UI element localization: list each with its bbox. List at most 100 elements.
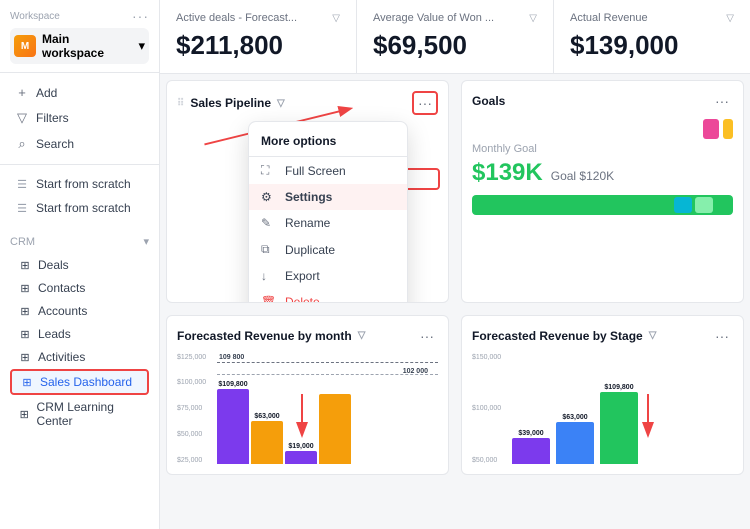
forecast-stage-more-button[interactable]: ··· — [711, 326, 733, 346]
widget-goals: Goals ··· Monthly Goal $139K Goal $120K — [461, 80, 744, 303]
export-icon: ↓ — [261, 269, 277, 283]
filter-icon-2[interactable]: ▽ — [529, 13, 537, 24]
deals-icon: ⊞ — [18, 259, 32, 272]
goals-more-button[interactable]: ··· — [711, 91, 733, 111]
stage-bar-group-2: $63,000 — [556, 414, 594, 464]
sidebar-item-leads[interactable]: ⊞ Leads — [10, 323, 149, 345]
goals-title-text: Goals — [472, 94, 505, 108]
stage-bar-group-1: $39,000 — [512, 430, 550, 464]
forecast-stage-filter[interactable]: ▽ — [649, 330, 657, 341]
forecast-month-chart: $125,000 $100,000 $75,000 $50,000 $25,00… — [177, 354, 438, 464]
context-menu-header: More options — [249, 128, 407, 157]
menu-item-export[interactable]: ↓ Export — [249, 263, 407, 289]
stage-y-label-2: $100,000 — [472, 405, 501, 412]
goals-decoration — [472, 119, 733, 139]
pipeline-title-text: Sales Pipeline — [190, 96, 271, 110]
bar-value-2: $63,000 — [254, 413, 279, 420]
pipeline-filter-icon[interactable]: ▽ — [277, 98, 285, 109]
page-icon-2: ☰ — [14, 202, 30, 215]
sidebar-item-deals[interactable]: ⊞ Deals — [10, 254, 149, 276]
rename-label: Rename — [285, 216, 330, 230]
metric-value-2: $69,500 — [373, 30, 537, 61]
nav-label-2: Start from scratch — [36, 201, 131, 215]
forecast-stage-chart: $150,000 $100,000 $50,000 $39,000 $63,00… — [472, 354, 733, 464]
menu-item-settings[interactable]: ⚙ Settings — [249, 184, 407, 210]
filters-button[interactable]: ▽ Filters — [10, 106, 149, 130]
search-button[interactable]: ⌕ Search — [10, 132, 149, 156]
chevron-down-icon: ▾ — [138, 38, 145, 54]
forecast-month-header: Forecasted Revenue by month ▽ ··· — [177, 326, 438, 346]
learning-icon: ⊞ — [18, 408, 31, 421]
settings-label: Settings — [285, 190, 332, 204]
workspace-label-text: Workspace — [10, 11, 60, 22]
activities-icon: ⊞ — [18, 351, 32, 364]
start-from-scratch-2[interactable]: ☰ Start from scratch — [10, 197, 149, 219]
bar-group-1: $109,800 — [217, 381, 249, 464]
chip-green — [695, 197, 713, 213]
crm-label: CRM — [10, 236, 35, 248]
widget-forecast-month: Forecasted Revenue by month ▽ ··· $125,0… — [166, 315, 449, 475]
filter-icon-3[interactable]: ▽ — [726, 13, 734, 24]
contacts-label: Contacts — [38, 281, 85, 295]
stage-y-axis: $150,000 $100,000 $50,000 — [472, 354, 501, 464]
goal-value-row: $139K Goal $120K — [472, 159, 733, 187]
crm-items: ⊞ Deals ⊞ Contacts ⊞ Accounts ⊞ Leads ⊞ … — [0, 252, 159, 434]
settings-icon: ⚙ — [261, 190, 277, 204]
main-content: Active deals - Forecast... ▽ $211,800 Av… — [160, 0, 750, 529]
add-label: Add — [36, 86, 57, 100]
leads-icon: ⊞ — [18, 328, 32, 341]
forecast-stage-header: Forecasted Revenue by Stage ▽ ··· — [472, 326, 733, 346]
sidebar-header: Workspace ··· M Main workspace ▾ — [0, 0, 159, 73]
start-from-scratch-1[interactable]: ☰ Start from scratch — [10, 173, 149, 195]
metric-active-deals: Active deals - Forecast... ▽ $211,800 — [160, 0, 357, 73]
metrics-row: Active deals - Forecast... ▽ $211,800 Av… — [160, 0, 750, 74]
metric-average-value: Average Value of Won ... ▽ $69,500 — [357, 0, 554, 73]
sidebar-item-contacts[interactable]: ⊞ Contacts — [10, 277, 149, 299]
sidebar-item-activities[interactable]: ⊞ Activities — [10, 346, 149, 368]
bar-3 — [285, 451, 317, 464]
filter-icon-1[interactable]: ▽ — [332, 13, 340, 24]
dashboard-icon: ⊞ — [20, 376, 34, 389]
duplicate-label: Duplicate — [285, 243, 335, 257]
search-icon: ⌕ — [14, 136, 30, 152]
drag-icon: ⠿ — [177, 98, 184, 109]
forecast-month-filter[interactable]: ▽ — [358, 330, 366, 341]
goals-title: Goals — [472, 94, 505, 108]
menu-item-fullscreen[interactable]: ⛶ Full Screen — [249, 157, 407, 184]
crm-expand-icon: ▾ — [143, 235, 149, 248]
workspace-name-text: Main workspace — [42, 32, 132, 60]
crm-section-header: CRM ▾ — [0, 231, 159, 252]
goal-value-label-1: 109 800 — [219, 354, 244, 361]
widget-sales-pipeline: ⠿ Sales Pipeline ▽ ··· — [166, 80, 449, 303]
add-button[interactable]: + Add — [10, 81, 149, 104]
pipeline-title: ⠿ Sales Pipeline ▽ — [177, 96, 285, 110]
filter-icon: ▽ — [14, 110, 30, 126]
menu-item-delete[interactable]: 🗑 Delete — [249, 289, 407, 303]
sidebar-item-crm-learning[interactable]: ⊞ CRM Learning Center — [10, 396, 149, 432]
deals-label: Deals — [38, 258, 69, 272]
add-icon: + — [14, 85, 30, 100]
workspace-selector[interactable]: M Main workspace ▾ — [10, 28, 149, 64]
forecast-month-title-text: Forecasted Revenue by month — [177, 329, 352, 343]
forecast-month-more-button[interactable]: ··· — [416, 326, 438, 346]
workspace-dots-icon[interactable]: ··· — [132, 8, 149, 24]
nav-label-1: Start from scratch — [36, 177, 131, 191]
sidebar-item-accounts[interactable]: ⊞ Accounts — [10, 300, 149, 322]
goal-value: $139K — [472, 159, 543, 187]
delete-label: Delete — [285, 295, 320, 303]
learning-label: CRM Learning Center — [37, 400, 141, 428]
y-label-5: $125,000 — [177, 354, 206, 361]
pipeline-more-button[interactable]: ··· — [412, 91, 438, 115]
sidebar-item-sales-dashboard[interactable]: ⊞ Sales Dashboard — [10, 369, 149, 395]
stage-y-label-3: $150,000 — [472, 354, 501, 361]
metric-value-3: $139,000 — [570, 30, 734, 61]
monthly-goal-label: Monthly Goal — [472, 143, 733, 155]
menu-item-duplicate[interactable]: ⧉ Duplicate — [249, 236, 407, 263]
sidebar-actions: + Add ▽ Filters ⌕ Search — [0, 73, 159, 165]
fullscreen-label: Full Screen — [285, 164, 346, 178]
goal-line-1 — [217, 362, 438, 363]
menu-item-rename[interactable]: ✎ Rename — [249, 210, 407, 236]
goal-value-label-2: 102 000 — [403, 368, 428, 375]
delete-icon: 🗑 — [261, 295, 277, 303]
metric-title-text-1: Active deals - Forecast... — [176, 12, 297, 24]
